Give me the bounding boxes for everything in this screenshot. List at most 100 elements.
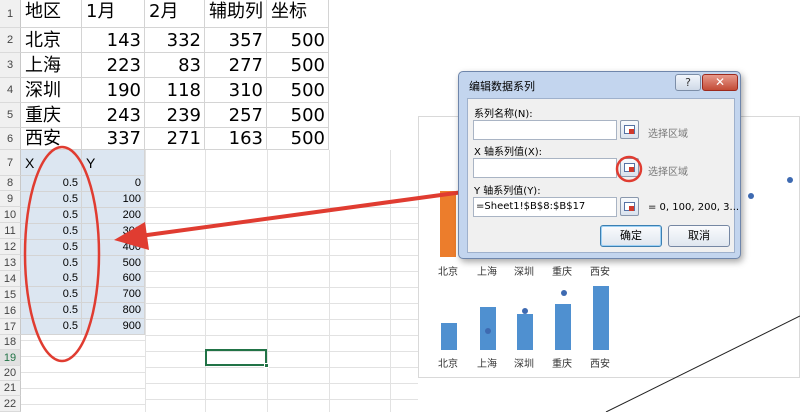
- chart-dot[interactable]: [748, 193, 754, 199]
- cell-jan[interactable]: 143: [82, 28, 145, 53]
- ok-button[interactable]: 确定: [600, 225, 662, 247]
- cell-x[interactable]: 0.5: [21, 303, 82, 320]
- row-header-13[interactable]: 13: [0, 255, 21, 271]
- cell-y[interactable]: 700: [82, 287, 145, 304]
- cell-helper[interactable]: 310: [205, 78, 267, 103]
- series-name-input[interactable]: [473, 120, 617, 140]
- cell-y[interactable]: 300: [82, 223, 145, 240]
- cancel-button[interactable]: 取消: [668, 225, 730, 247]
- chart-bar[interactable]: [555, 304, 571, 350]
- cell-y[interactable]: 0: [82, 176, 145, 192]
- header-cell-jan[interactable]: 1月: [82, 0, 145, 28]
- row-header-1[interactable]: 1: [0, 0, 21, 28]
- cell-x[interactable]: 0.5: [21, 176, 82, 192]
- cell-helper[interactable]: 163: [205, 128, 267, 150]
- row-header-12[interactable]: 12: [0, 239, 21, 255]
- chart-dot[interactable]: [522, 308, 528, 314]
- cell-coordinate[interactable]: 500: [267, 128, 329, 150]
- cell-jan[interactable]: 243: [82, 103, 145, 128]
- cell-helper[interactable]: 277: [205, 53, 267, 78]
- cell-x[interactable]: 0.5: [21, 207, 82, 224]
- x-values-range-button[interactable]: [620, 158, 639, 177]
- cell-x[interactable]: 0.5: [21, 239, 82, 256]
- cell-y[interactable]: 800: [82, 303, 145, 320]
- range-select-icon-marker: [629, 129, 634, 134]
- selected-cell[interactable]: [205, 349, 267, 366]
- cell-coordinate[interactable]: 500: [267, 103, 329, 128]
- cell-x[interactable]: 0.5: [21, 271, 82, 288]
- row-header-8[interactable]: 8: [0, 176, 21, 191]
- cell-jan[interactable]: 190: [82, 78, 145, 103]
- cell-x[interactable]: 0.5: [21, 255, 82, 272]
- header-cell-y[interactable]: Y: [82, 150, 145, 176]
- row-header-2[interactable]: 2: [0, 28, 21, 53]
- cell-x[interactable]: 0.5: [21, 319, 82, 336]
- y-values-input[interactable]: =Sheet1!$B$8:$B$17: [473, 197, 617, 217]
- cell-feb[interactable]: 271: [145, 128, 205, 150]
- cell-helper[interactable]: 257: [205, 103, 267, 128]
- cell-feb[interactable]: 83: [145, 53, 205, 78]
- chart-bar[interactable]: [593, 286, 609, 350]
- chart-dot[interactable]: [787, 177, 793, 183]
- cell-y[interactable]: 100: [82, 191, 145, 208]
- chart-bar[interactable]: [517, 314, 533, 350]
- cell-region[interactable]: 重庆: [21, 103, 82, 128]
- cell-x[interactable]: 0.5: [21, 191, 82, 208]
- row-header-6[interactable]: 6: [0, 128, 21, 150]
- cell-y[interactable]: 500: [82, 255, 145, 272]
- chart-bar-highlight[interactable]: [440, 191, 456, 257]
- cell-x[interactable]: 0.5: [21, 223, 82, 240]
- row-header-14[interactable]: 14: [0, 271, 21, 287]
- row-header-5[interactable]: 5: [0, 103, 21, 128]
- header-cell-x[interactable]: X: [21, 150, 82, 176]
- chart-dot[interactable]: [485, 328, 491, 334]
- header-cell-region[interactable]: 地区: [21, 0, 82, 28]
- cell-region[interactable]: 西安: [21, 128, 82, 150]
- cell-coordinate[interactable]: 500: [267, 28, 329, 53]
- row-header-19[interactable]: 19: [0, 350, 21, 366]
- cell-feb[interactable]: 239: [145, 103, 205, 128]
- x-values-input[interactable]: [473, 158, 617, 178]
- row-header-3[interactable]: 3: [0, 53, 21, 78]
- row-header-20[interactable]: 20: [0, 366, 21, 381]
- row-header-10[interactable]: 10: [0, 207, 21, 223]
- grid-column-line: [390, 150, 391, 412]
- row-header-7[interactable]: 7: [0, 150, 21, 176]
- grid-line: [21, 388, 145, 389]
- cell-jan[interactable]: 337: [82, 128, 145, 150]
- cell-region[interactable]: 上海: [21, 53, 82, 78]
- cell-x[interactable]: 0.5: [21, 287, 82, 304]
- row-header-9[interactable]: 9: [0, 191, 21, 207]
- cell-y[interactable]: 600: [82, 271, 145, 288]
- cell-region[interactable]: 深圳: [21, 78, 82, 103]
- row-header-21[interactable]: 21: [0, 381, 21, 396]
- row-header-22[interactable]: 22: [0, 396, 21, 412]
- row-header-11[interactable]: 11: [0, 223, 21, 239]
- row-header-15[interactable]: 15: [0, 287, 21, 303]
- grid-line: [21, 340, 145, 341]
- row-header-16[interactable]: 16: [0, 303, 21, 319]
- close-button[interactable]: ✕: [702, 74, 738, 91]
- cell-y[interactable]: 900: [82, 319, 145, 336]
- cell-y[interactable]: 400: [82, 239, 145, 256]
- header-cell-helper[interactable]: 辅助列: [205, 0, 267, 28]
- cell-coordinate[interactable]: 500: [267, 53, 329, 78]
- fill-handle[interactable]: [264, 363, 269, 368]
- row-header-17[interactable]: 17: [0, 319, 21, 335]
- series-name-range-button[interactable]: [620, 120, 639, 139]
- header-cell-feb[interactable]: 2月: [145, 0, 205, 28]
- chart-dot[interactable]: [561, 290, 567, 296]
- cell-jan[interactable]: 223: [82, 53, 145, 78]
- cell-helper[interactable]: 357: [205, 28, 267, 53]
- cell-coordinate[interactable]: 500: [267, 78, 329, 103]
- row-header-18[interactable]: 18: [0, 335, 21, 350]
- cell-region[interactable]: 北京: [21, 28, 82, 53]
- chart-bar[interactable]: [441, 323, 457, 350]
- cell-y[interactable]: 200: [82, 207, 145, 224]
- cell-feb[interactable]: 332: [145, 28, 205, 53]
- header-cell-coordinate[interactable]: 坐标: [267, 0, 329, 28]
- cell-feb[interactable]: 118: [145, 78, 205, 103]
- y-values-range-button[interactable]: [620, 197, 639, 216]
- help-button[interactable]: ?: [675, 74, 701, 91]
- row-header-4[interactable]: 4: [0, 78, 21, 103]
